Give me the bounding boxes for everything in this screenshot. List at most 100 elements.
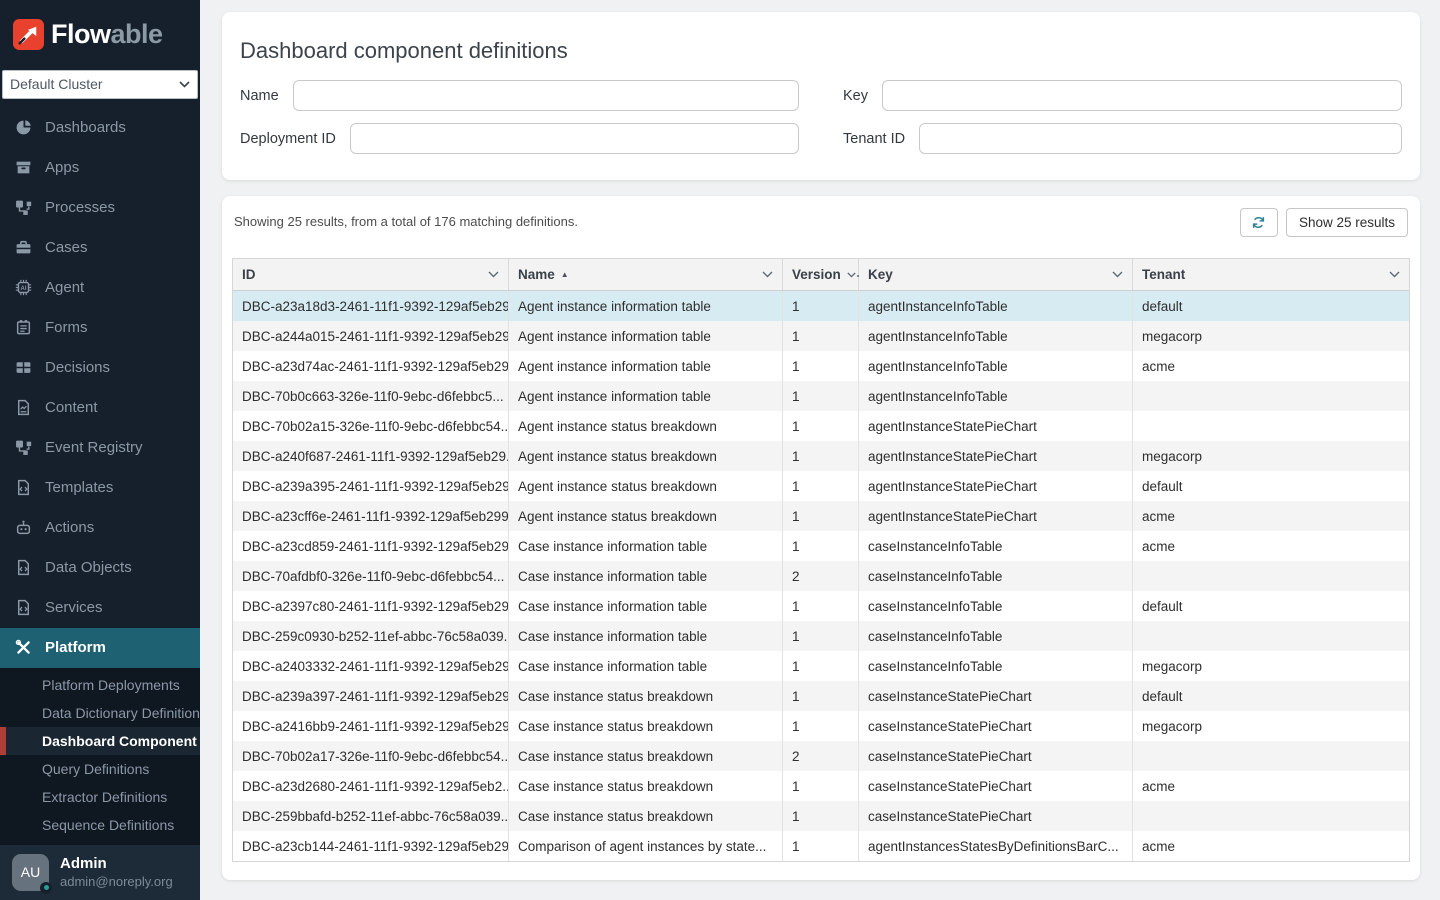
table-row[interactable]: DBC-a23d2680-2461-11f1-9392-129af5eb2...…	[233, 771, 1409, 801]
cell-id: DBC-259c0930-b252-11ef-abbc-76c58a039...	[233, 621, 509, 651]
cell-id: DBC-a239a395-2461-11f1-9392-129af5eb29..…	[233, 471, 509, 501]
sidebar-item-data-objects[interactable]: Data Objects	[0, 548, 200, 588]
table-row[interactable]: DBC-a23a18d3-2461-11f1-9392-129af5eb29..…	[233, 291, 1409, 321]
table-row[interactable]: DBC-70b0c663-326e-11f0-9ebc-d6febbc5... …	[233, 381, 1409, 411]
key-filter-input[interactable]	[882, 80, 1402, 111]
sidebar-item-content[interactable]: Content	[0, 388, 200, 428]
submenu-item-platform-deployments[interactable]: Platform Deployments	[0, 671, 200, 699]
sidebar-item-actions[interactable]: Actions	[0, 508, 200, 548]
table-row[interactable]: DBC-a23cd859-2461-11f1-9392-129af5eb29..…	[233, 531, 1409, 561]
refresh-icon	[1251, 215, 1266, 230]
chevron-down-icon[interactable]	[762, 271, 773, 278]
cell-id: DBC-70b02a15-326e-11f0-9ebc-d6febbc54...	[233, 411, 509, 441]
ai-chip-icon: AI	[15, 279, 32, 296]
robot-icon	[15, 519, 32, 536]
table-row[interactable]: DBC-259bbafd-b252-11ef-abbc-76c58a039...…	[233, 801, 1409, 831]
cell-key: caseInstanceStatePieChart	[859, 771, 1133, 801]
flowable-logo-icon	[13, 19, 44, 50]
cell-id: DBC-a23cff6e-2461-11f1-9392-129af5eb299c	[233, 501, 509, 531]
sidebar-item-agent[interactable]: AI Agent	[0, 268, 200, 308]
column-header-key[interactable]: Key	[859, 259, 1133, 290]
sidebar-item-label: Services	[45, 599, 103, 616]
name-filter-input[interactable]	[293, 80, 799, 111]
table-row[interactable]: DBC-a2397c80-2461-11f1-9392-129af5eb29..…	[233, 591, 1409, 621]
table-row[interactable]: DBC-70b02a17-326e-11f0-9ebc-d6febbc54...…	[233, 741, 1409, 771]
cell-version: 1	[783, 651, 859, 681]
table-row[interactable]: DBC-70afdbf0-326e-11f0-9ebc-d6febbc54...…	[233, 561, 1409, 591]
table-row[interactable]: DBC-a23cb144-2461-11f1-9392-129af5eb29..…	[233, 831, 1409, 861]
sidebar-item-processes[interactable]: Processes	[0, 188, 200, 228]
submenu-item-dashboard-component-definitions[interactable]: Dashboard Component Definitions	[0, 727, 200, 755]
cell-version: 1	[783, 621, 859, 651]
sidebar-item-platform[interactable]: Platform	[0, 628, 200, 668]
cell-tenant	[1133, 561, 1409, 591]
sidebar-item-label: Apps	[45, 159, 79, 176]
chevron-down-icon[interactable]	[1389, 271, 1400, 278]
sidebar-item-event-registry[interactable]: Event Registry	[0, 428, 200, 468]
table-row[interactable]: DBC-a2416bb9-2461-11f1-9392-129af5eb29..…	[233, 711, 1409, 741]
sidebar-item-label: Platform	[45, 639, 106, 656]
hierarchy-icon	[15, 199, 32, 216]
sidebar-item-forms[interactable]: Forms	[0, 308, 200, 348]
sidebar-item-apps[interactable]: Apps	[0, 148, 200, 188]
filter-grid: Name Key Deployment ID Tenant ID	[240, 80, 1402, 154]
table-row[interactable]: DBC-a244a015-2461-11f1-9392-129af5eb29..…	[233, 321, 1409, 351]
column-header-tenant[interactable]: Tenant	[1133, 259, 1409, 290]
user-menu[interactable]: AU Admin admin@noreply.org	[0, 845, 200, 900]
app-logo: Flowable	[0, 0, 200, 70]
sort-ascending-icon: ▲	[561, 271, 569, 279]
cell-tenant: acme	[1133, 501, 1409, 531]
chevron-down-icon[interactable]	[1112, 271, 1123, 278]
cell-id: DBC-a239a397-2461-11f1-9392-129af5eb29..…	[233, 681, 509, 711]
cell-name: Case instance status breakdown	[509, 711, 783, 741]
cell-version: 1	[783, 591, 859, 621]
table-row[interactable]: DBC-259c0930-b252-11ef-abbc-76c58a039...…	[233, 621, 1409, 651]
column-header-version[interactable]: Version	[783, 259, 859, 290]
show-results-button[interactable]: Show 25 results	[1286, 208, 1408, 237]
table-row[interactable]: DBC-70b02a15-326e-11f0-9ebc-d6febbc54...…	[233, 411, 1409, 441]
cell-key: caseInstanceInfoTable	[859, 621, 1133, 651]
sidebar-item-decisions[interactable]: Decisions	[0, 348, 200, 388]
refresh-button[interactable]	[1240, 208, 1278, 237]
table-row[interactable]: DBC-a23d74ac-2461-11f1-9392-129af5eb29..…	[233, 351, 1409, 381]
column-header-id[interactable]: ID	[233, 259, 509, 290]
deployment-id-filter-input[interactable]	[350, 123, 799, 154]
cell-name: Case instance status breakdown	[509, 681, 783, 711]
cell-id: DBC-a2397c80-2461-11f1-9392-129af5eb29..…	[233, 591, 509, 621]
cell-id: DBC-a23cb144-2461-11f1-9392-129af5eb29..…	[233, 831, 509, 861]
table-row[interactable]: DBC-a239a397-2461-11f1-9392-129af5eb29..…	[233, 681, 1409, 711]
cell-id: DBC-a244a015-2461-11f1-9392-129af5eb29..…	[233, 321, 509, 351]
table-row[interactable]: DBC-a2403332-2461-11f1-9392-129af5eb29..…	[233, 651, 1409, 681]
sidebar-item-dashboards[interactable]: Dashboards	[0, 108, 200, 148]
cell-version: 1	[783, 351, 859, 381]
briefcase-icon	[15, 239, 32, 256]
tenant-id-filter-input[interactable]	[919, 123, 1402, 154]
cluster-select[interactable]: Default Cluster	[2, 70, 198, 99]
table-row[interactable]: DBC-a240f687-2461-11f1-9392-129af5eb29..…	[233, 441, 1409, 471]
cell-tenant	[1133, 621, 1409, 651]
cell-tenant: default	[1133, 471, 1409, 501]
sidebar-item-templates[interactable]: Templates	[0, 468, 200, 508]
cell-version: 1	[783, 531, 859, 561]
submenu-item-data-dictionary-definitions[interactable]: Data Dictionary Definitions	[0, 699, 200, 727]
sidebar-item-label: Content	[45, 399, 98, 416]
cell-version: 1	[783, 411, 859, 441]
sidebar-item-services[interactable]: Services	[0, 588, 200, 628]
avatar: AU	[12, 854, 49, 891]
cell-key: caseInstanceStatePieChart	[859, 801, 1133, 831]
cell-tenant: acme	[1133, 831, 1409, 861]
sort-menu-icon[interactable]	[847, 272, 859, 278]
table-row[interactable]: DBC-a239a395-2461-11f1-9392-129af5eb29..…	[233, 471, 1409, 501]
column-header-name[interactable]: Name ▲	[509, 259, 783, 290]
cell-key: caseInstanceInfoTable	[859, 591, 1133, 621]
submenu-item-extractor-definitions[interactable]: Extractor Definitions	[0, 783, 200, 811]
user-email: admin@noreply.org	[60, 873, 173, 890]
table-row[interactable]: DBC-a23cff6e-2461-11f1-9392-129af5eb299c…	[233, 501, 1409, 531]
cell-name: Case instance information table	[509, 531, 783, 561]
submenu-item-sequence-definitions[interactable]: Sequence Definitions	[0, 811, 200, 839]
sidebar-item-cases[interactable]: Cases	[0, 228, 200, 268]
main-content: Dashboard component definitions Name Key…	[200, 0, 1440, 900]
submenu-item-query-definitions[interactable]: Query Definitions	[0, 755, 200, 783]
key-filter-label: Key	[843, 88, 868, 104]
chevron-down-icon[interactable]	[488, 271, 499, 278]
